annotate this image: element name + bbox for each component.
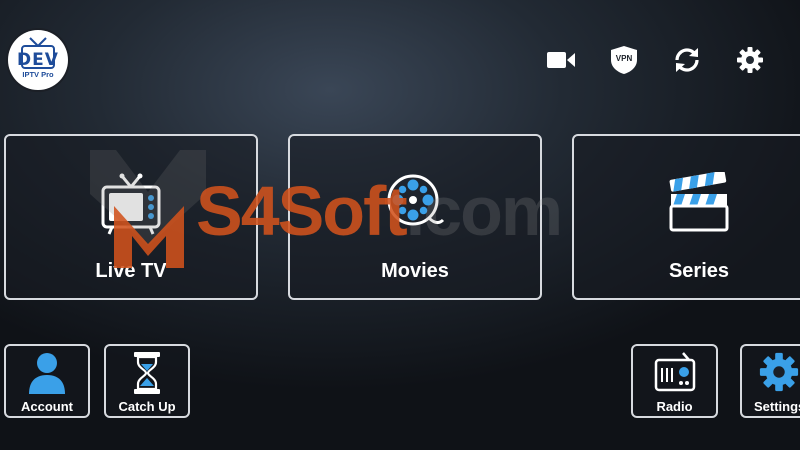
refresh-icon[interactable]	[669, 44, 705, 76]
card-label: Series	[668, 260, 730, 282]
vpn-icon[interactable]: VPN	[607, 44, 641, 76]
vpn-label: VPN	[615, 54, 633, 63]
logo-brand-text: DEV	[17, 50, 59, 70]
card-live-tv[interactable]: Live TV	[4, 134, 258, 300]
tile-label: Catch Up	[118, 399, 176, 414]
clapperboard-icon	[574, 172, 800, 232]
film-reel-icon	[290, 172, 540, 232]
card-series[interactable]: Series	[572, 134, 800, 300]
radio-icon	[633, 350, 716, 394]
gear-icon[interactable]	[733, 44, 767, 76]
user-icon	[6, 350, 88, 396]
tile-label: Account	[21, 399, 73, 414]
tile-settings[interactable]: Settings	[740, 344, 800, 418]
card-label: Movies	[381, 260, 449, 282]
tile-account[interactable]: Account	[4, 344, 90, 418]
video-camera-icon[interactable]	[544, 44, 578, 76]
hourglass-icon	[106, 350, 188, 396]
tile-radio[interactable]: Radio	[631, 344, 718, 418]
card-movies[interactable]: Movies	[288, 134, 542, 300]
tile-label: Settings	[754, 399, 800, 414]
tv-icon	[6, 172, 256, 236]
gear-icon	[742, 350, 800, 394]
tile-label: Radio	[656, 399, 693, 414]
app-logo: DEV IPTV Pro	[8, 30, 68, 90]
tile-catch-up[interactable]: Catch Up	[104, 344, 190, 418]
card-label: Live TV	[95, 260, 167, 282]
logo-subtitle: IPTV Pro	[22, 70, 54, 79]
